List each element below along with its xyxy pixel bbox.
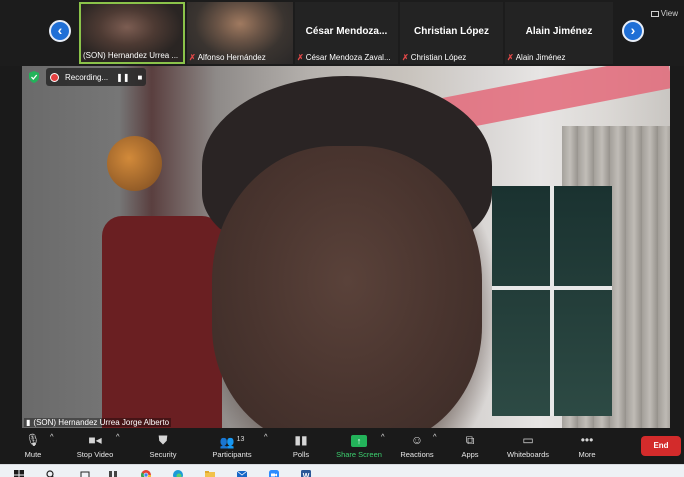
whiteboard-icon: ▭ — [522, 433, 534, 447]
more-label: More — [578, 450, 596, 459]
more-dots-icon: ••• — [580, 433, 594, 447]
background-object — [107, 136, 162, 191]
recording-indicator: Recording... ❚❚ ■ — [46, 68, 147, 86]
mute-button[interactable]: 🎙 Mute — [20, 432, 46, 459]
more-button[interactable]: ••• More — [574, 432, 600, 459]
speaker-name-label: ▮ (SON) Hernandez Urrea Jorge Alberto — [24, 418, 172, 427]
polls-label: Polls — [292, 450, 310, 459]
background-wall — [440, 66, 670, 132]
zoom-meeting-window: ‹ (SON) Hernandez Urrea ... ✗ Alfonso Her… — [0, 0, 684, 477]
stop-video-label: Stop Video — [76, 450, 114, 459]
muted-mic-icon: ✗ — [189, 53, 196, 62]
polls-button[interactable]: ▮▮ Polls — [288, 432, 314, 459]
participant-name: César Mendoza... — [305, 26, 388, 37]
word-icon[interactable]: W — [301, 467, 311, 477]
video-camera-icon: ■◂ — [88, 433, 102, 447]
participants-options-chevron-icon[interactable]: ^ — [264, 432, 268, 441]
polls-chart-icon: ▮▮ — [294, 433, 308, 447]
meeting-toolbar: 🎙 Mute ^ ■◂ Stop Video ^ ⛊ Security 👥 13 … — [0, 428, 684, 464]
view-button[interactable]: View — [650, 9, 678, 18]
participants-button[interactable]: 👥 13 Participants — [209, 432, 255, 459]
whiteboards-label: Whiteboards — [506, 450, 550, 459]
share-screen-label: Share Screen — [336, 450, 382, 459]
participant-tile-2[interactable]: ✗ Alfonso Hernández — [187, 2, 293, 64]
participant-strip: ‹ (SON) Hernandez Urrea ... ✗ Alfonso Her… — [0, 0, 684, 66]
signal-strength-icon: ▮ — [26, 418, 31, 427]
grid-view-icon — [650, 11, 659, 17]
participant-tile-3[interactable]: César Mendoza... ✗ César Mendoza Zaval... — [295, 2, 398, 64]
zoom-app-icon[interactable] — [269, 467, 279, 477]
participant-tile-1[interactable]: (SON) Hernandez Urrea ... — [79, 2, 185, 64]
video-options-chevron-icon[interactable]: ^ — [116, 432, 120, 441]
chrome-icon[interactable] — [141, 467, 151, 477]
reactions-options-chevron-icon[interactable]: ^ — [433, 432, 437, 441]
apps-icon: ⧉ — [465, 433, 475, 447]
participant-label: ✗ César Mendoza Zaval... — [297, 53, 391, 62]
participants-count: 13 — [236, 436, 245, 443]
participants-icon: 👥 13 — [219, 435, 245, 449]
task-view-icon[interactable] — [80, 467, 90, 477]
reactions-button[interactable]: ☺ Reactions — [398, 432, 436, 459]
stop-recording-icon[interactable]: ■ — [138, 73, 143, 82]
participant-label: ✗ Alfonso Hernández — [189, 53, 266, 62]
participants-label: Participants — [212, 450, 252, 459]
previous-page-button[interactable]: ‹ — [49, 20, 71, 42]
participant-name: Christian López — [413, 26, 489, 37]
recording-label: Recording... — [65, 72, 109, 82]
apps-label: Apps — [461, 450, 479, 459]
smiley-icon: ☺ — [410, 433, 424, 447]
muted-mic-icon: ✗ — [297, 53, 304, 62]
windows-start-icon[interactable] — [14, 467, 24, 477]
end-meeting-button[interactable]: End — [641, 436, 681, 456]
search-icon[interactable] — [46, 467, 56, 477]
edge-icon[interactable] — [173, 467, 183, 477]
speaker-face — [212, 146, 482, 428]
recording-dot-icon — [50, 72, 59, 82]
participant-label: (SON) Hernandez Urrea ... — [83, 51, 179, 60]
share-screen-icon: ↑ — [334, 432, 384, 448]
share-options-chevron-icon[interactable]: ^ — [381, 432, 385, 441]
participant-label: ✗ Alain Jiménez — [507, 53, 566, 62]
participant-tile-5[interactable]: Alain Jiménez ✗ Alain Jiménez — [505, 2, 613, 64]
encryption-shield-icon[interactable] — [28, 70, 40, 84]
svg-text:W: W — [303, 473, 310, 477]
muted-mic-icon: ✗ — [507, 53, 514, 62]
participant-name: Alain Jiménez — [525, 26, 593, 37]
windows-taskbar: W — [0, 464, 684, 477]
next-page-button[interactable]: › — [622, 20, 644, 42]
mail-icon[interactable] — [236, 467, 248, 477]
muted-mic-icon: ✗ — [402, 53, 409, 62]
stop-video-button[interactable]: ■◂ Stop Video — [70, 432, 120, 459]
background-object-red — [102, 216, 222, 428]
widgets-icon[interactable] — [108, 467, 118, 477]
microphone-icon: 🎙 — [25, 433, 41, 447]
mute-label: Mute — [24, 450, 42, 459]
active-speaker-video — [22, 66, 670, 428]
mute-options-chevron-icon[interactable]: ^ — [50, 432, 54, 441]
pause-recording-icon[interactable]: ❚❚ — [116, 73, 129, 82]
reactions-label: Reactions — [400, 450, 434, 459]
apps-button[interactable]: ⧉ Apps — [457, 432, 483, 459]
share-screen-button[interactable]: ↑ Share Screen — [334, 432, 384, 459]
background-window — [492, 186, 612, 416]
shield-icon: ⛊ — [158, 433, 168, 447]
file-explorer-icon[interactable] — [205, 467, 215, 477]
security-button[interactable]: ⛊ Security — [143, 432, 183, 459]
whiteboards-button[interactable]: ▭ Whiteboards — [503, 432, 553, 459]
security-label: Security — [149, 450, 177, 459]
participant-label: ✗ Christian López — [402, 53, 467, 62]
participant-tile-4[interactable]: Christian López ✗ Christian López — [400, 2, 503, 64]
